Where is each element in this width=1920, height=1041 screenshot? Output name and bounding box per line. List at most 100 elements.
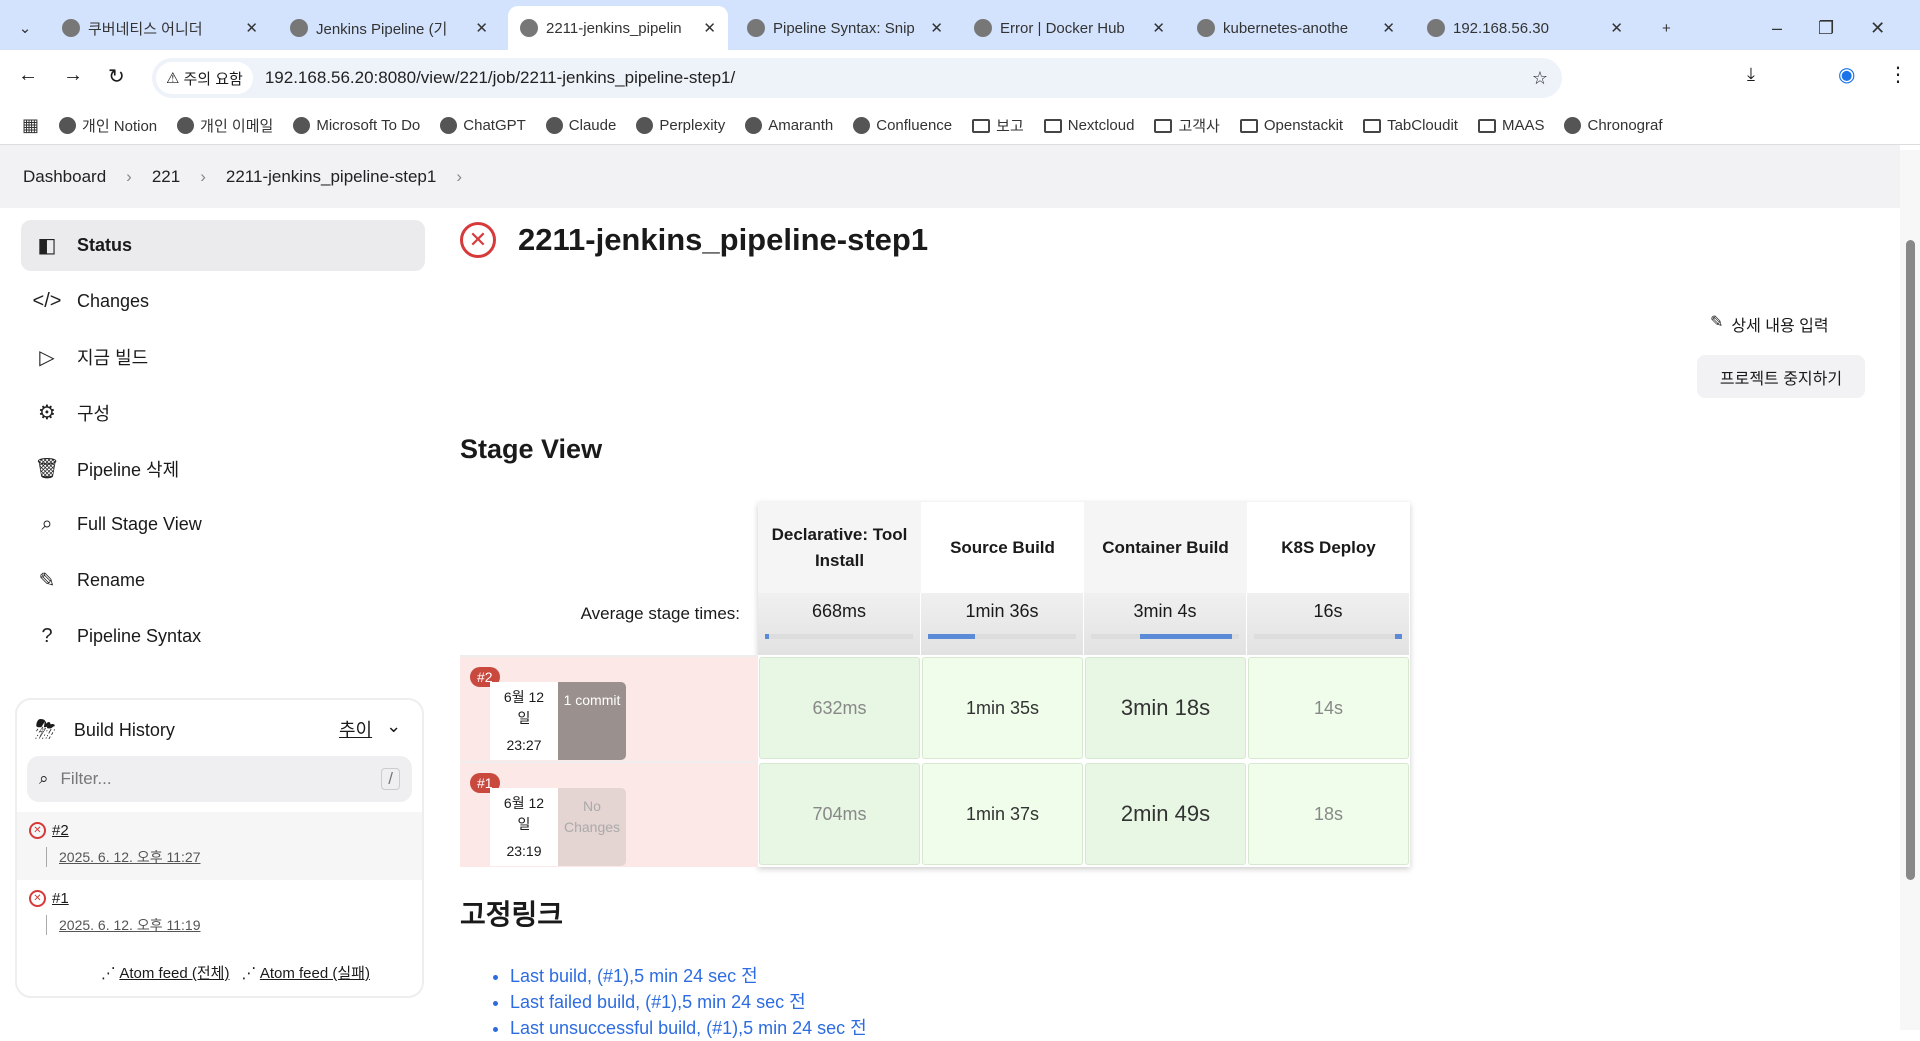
sidebar-item[interactable]: ✎ Rename: [21, 555, 425, 606]
tab-close-icon[interactable]: ✕: [1610, 19, 1623, 37]
build-number-link[interactable]: #2: [52, 822, 69, 839]
download-icon[interactable]: ⤓: [1747, 64, 1755, 85]
changes-box[interactable]: No Changes: [558, 788, 626, 866]
minimize-button[interactable]: –: [1772, 18, 1782, 39]
globe-icon: [59, 117, 77, 134]
close-window-button[interactable]: ✕: [1870, 18, 1885, 39]
sidebar-item[interactable]: ⌕ Full Stage View: [21, 499, 425, 550]
scrollbar-thumb[interactable]: [1906, 240, 1915, 880]
trend-link[interactable]: 추이: [339, 716, 372, 742]
bookmark-item[interactable]: Amaranth: [745, 117, 833, 134]
tab-close-icon[interactable]: ✕: [1152, 19, 1165, 37]
stage-cell[interactable]: 3min 18s: [1085, 657, 1246, 759]
permalink[interactable]: Last unsuccessful build, (#1),5 min 24 s…: [510, 1015, 867, 1041]
stage-cell[interactable]: 1min 37s: [922, 763, 1083, 865]
bookmark-item[interactable]: ChatGPT: [440, 117, 526, 134]
bookmark-item[interactable]: Nextcloud: [1043, 117, 1134, 134]
browser-tab[interactable]: Jenkins Pipeline (기 ✕: [278, 6, 500, 50]
breadcrumb-view[interactable]: 221: [152, 167, 180, 187]
bookmark-item[interactable]: 고객사: [1154, 115, 1220, 136]
bookmark-item[interactable]: 개인 Notion: [59, 115, 157, 136]
browser-tab[interactable]: Pipeline Syntax: Snip ✕: [735, 6, 955, 50]
chevron-down-icon[interactable]: ⌄: [386, 716, 401, 742]
stage-cell[interactable]: 632ms: [759, 657, 920, 759]
filter-input[interactable]: ⌕ Filter... /: [27, 756, 412, 802]
stage-cell[interactable]: 18s: [1248, 763, 1409, 865]
chevron-right-icon[interactable]: ›: [456, 167, 462, 187]
bookmark-item[interactable]: Openstackit: [1239, 117, 1343, 134]
sidebar-item[interactable]: ⚙ 구성: [21, 387, 425, 438]
permalink[interactable]: Last failed build, (#1),5 min 24 sec 전: [510, 989, 867, 1015]
folder-icon: [1363, 118, 1382, 133]
browser-tab[interactable]: 2211-jenkins_pipelin ✕: [508, 6, 728, 50]
stage-cell[interactable]: 14s: [1248, 657, 1409, 759]
build-time-link[interactable]: 2025. 6. 12. 오후 11:27: [46, 847, 422, 867]
tab-close-icon[interactable]: ✕: [930, 19, 943, 37]
tab-close-icon[interactable]: ✕: [245, 19, 258, 37]
browser-tab-strip: ⌄ 쿠버네티스 어니더 ✕ Jenkins Pipeline (기 ✕ 2211-jen…: [0, 0, 1920, 50]
bookmark-item[interactable]: MAAS: [1477, 117, 1544, 134]
stage-cell[interactable]: 2min 49s: [1085, 763, 1246, 865]
permalink[interactable]: Last build, (#1),5 min 24 sec 전: [510, 963, 867, 989]
changes-box[interactable]: 1 commit: [558, 682, 626, 760]
back-icon[interactable]: ←: [18, 64, 38, 87]
edit-description-link[interactable]: ✎ 상세 내용 입력: [1710, 312, 1829, 336]
bookmark-item[interactable]: TabCloudit: [1363, 117, 1458, 134]
bookmark-item[interactable]: Confluence: [853, 117, 952, 134]
sidebar-item[interactable]: ◧ Status: [21, 220, 425, 271]
breadcrumb-job[interactable]: 2211-jenkins_pipeline-step1: [226, 167, 436, 187]
globe-icon: [545, 117, 563, 134]
build-number-link[interactable]: #1: [52, 890, 69, 907]
url-input[interactable]: ⚠ 주의 요함 192.168.56.20:8080/view/221/job/2…: [152, 58, 1562, 98]
sidebar-item[interactable]: </> Changes: [21, 276, 425, 327]
tab-favicon-icon: [1427, 19, 1445, 37]
stage-view-heading: Stage View: [460, 434, 603, 464]
page-scrollbar[interactable]: [1900, 150, 1920, 1030]
atom-feed-all-link[interactable]: ⋰ Atom feed (전체): [101, 962, 229, 983]
bookmark-item[interactable]: 개인 이메일: [177, 115, 273, 136]
browser-tab[interactable]: Error | Docker Hub ✕: [962, 6, 1177, 50]
security-warning[interactable]: ⚠ 주의 요함: [156, 62, 253, 94]
tab-close-icon[interactable]: ✕: [703, 19, 716, 37]
browser-tab[interactable]: 쿠버네티스 어니더 ✕: [50, 6, 270, 50]
browser-tab[interactable]: kubernetes-anothe ✕: [1185, 6, 1407, 50]
profile-icon[interactable]: ◉: [1838, 62, 1855, 87]
sidebar-item[interactable]: ? Pipeline Syntax: [21, 611, 425, 662]
sidebar-icon: ✎: [38, 569, 56, 592]
apps-icon[interactable]: ▦: [22, 115, 39, 136]
build-runs: #2 6월 12 일 23:27 1 commit #1 6월 12 일 23:19 No C…: [460, 655, 758, 867]
rss-icon: ⋰: [241, 965, 260, 982]
maximize-button[interactable]: ❐: [1818, 18, 1834, 39]
bookmark-item[interactable]: Perplexity: [636, 117, 725, 134]
reload-icon[interactable]: ↻: [108, 64, 125, 89]
stage-cell[interactable]: 704ms: [759, 763, 920, 865]
breadcrumb-dashboard[interactable]: Dashboard: [23, 167, 106, 187]
tab-close-icon[interactable]: ✕: [1382, 19, 1395, 37]
build-history-row[interactable]: ✕ #2 2025. 6. 12. 오후 11:27: [17, 812, 422, 880]
bookmark-item[interactable]: 보고: [972, 115, 1024, 136]
bookmark-star-icon[interactable]: ☆: [1532, 68, 1548, 89]
stage-cell[interactable]: 1min 35s: [922, 657, 1083, 759]
sidebar-item[interactable]: ▷ 지금 빌드: [21, 332, 425, 383]
browser-tab[interactable]: 192.168.56.30 ✕: [1415, 6, 1635, 50]
tab-search-button[interactable]: ⌄: [8, 6, 42, 50]
forward-icon[interactable]: →: [63, 64, 83, 87]
tab-label: 쿠버네티스 어니더: [88, 20, 203, 38]
build-time-link[interactable]: 2025. 6. 12. 오후 11:19: [46, 915, 422, 935]
tab-close-icon[interactable]: ✕: [475, 19, 488, 37]
sidebar-item[interactable]: 🗑 Pipeline 삭제: [21, 443, 425, 494]
bookmark-label: Chronograf: [1587, 117, 1663, 134]
globe-icon: [853, 117, 871, 134]
new-tab-button[interactable]: +: [1650, 6, 1683, 50]
disable-project-button[interactable]: 프로젝트 중지하기: [1697, 355, 1865, 398]
tab-label: 192.168.56.30: [1453, 19, 1549, 37]
menu-icon[interactable]: ⋮: [1888, 62, 1908, 87]
stage-view-table: Declarative: Tool Install Source Build Con…: [758, 502, 1410, 867]
tab-favicon-icon: [1197, 19, 1215, 37]
atom-feed-failed-link[interactable]: ⋰ Atom feed (실패): [241, 962, 369, 983]
build-history-row[interactable]: ✕ #1 2025. 6. 12. 오후 11:19: [17, 880, 422, 948]
bookmark-item[interactable]: Chronograf: [1564, 117, 1663, 134]
bookmark-item[interactable]: Microsoft To Do: [293, 117, 420, 134]
build-history-title: Build History: [73, 719, 175, 740]
bookmark-item[interactable]: Claude: [545, 117, 616, 134]
